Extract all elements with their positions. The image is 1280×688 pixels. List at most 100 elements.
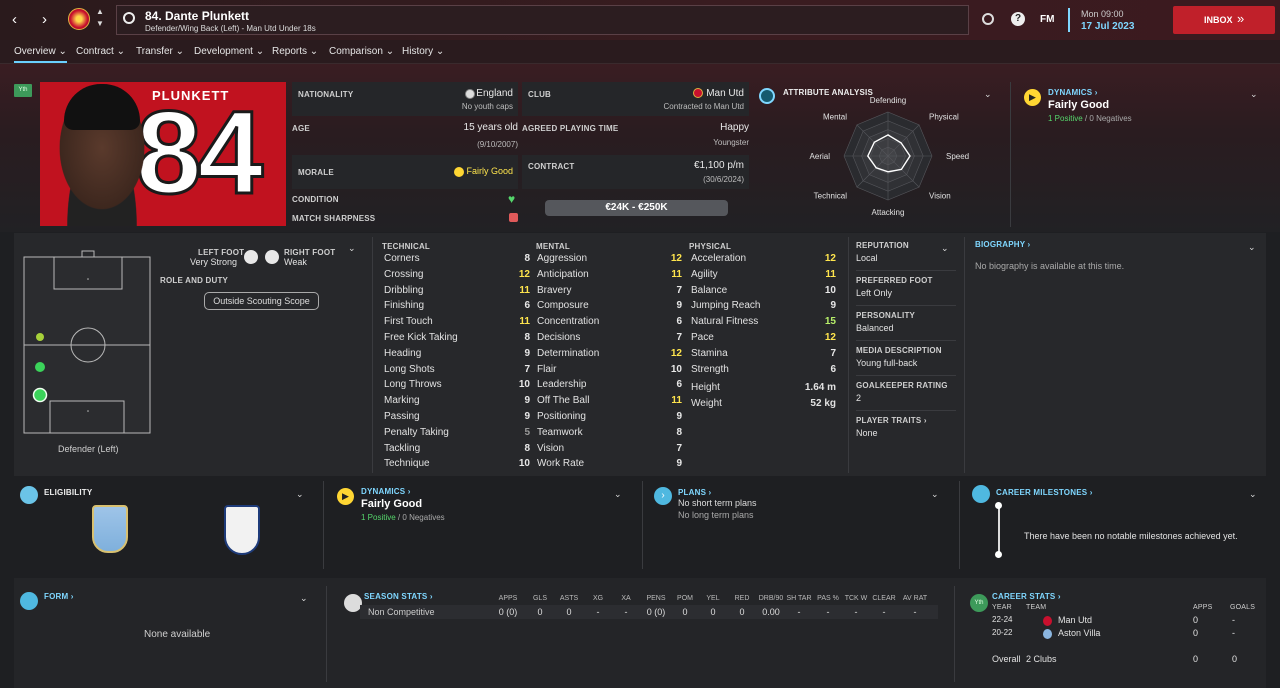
season-header[interactable]: APPS <box>499 595 518 602</box>
season-header[interactable]: TCK W <box>845 595 868 602</box>
plans-link[interactable]: PLANS › <box>678 488 711 497</box>
season-stats-link[interactable]: SEASON STATS › <box>364 592 433 601</box>
milestones-link[interactable]: CAREER MILESTONES › <box>996 488 1093 497</box>
season-header[interactable]: CLEAR <box>872 595 895 602</box>
season-header[interactable]: SH TAR <box>786 595 811 602</box>
tab-development[interactable]: Development ⌄ <box>194 46 264 57</box>
biography-link[interactable]: BIOGRAPHY › <box>975 240 1030 249</box>
inbox-button[interactable]: INBOX » <box>1173 6 1275 34</box>
calendar-icon[interactable] <box>1068 8 1074 32</box>
attribute-analysis-chevron-icon[interactable]: ⌄ <box>984 89 992 100</box>
season-header[interactable]: ASTS <box>560 595 578 602</box>
attribute-row-technique[interactable]: Technique 10 <box>384 458 530 474</box>
tab-comparison[interactable]: Comparison ⌄ <box>329 46 394 57</box>
search-box[interactable]: 84. Dante Plunkett Defender/Wing Back (L… <box>116 5 969 35</box>
season-header[interactable]: RED <box>735 595 750 602</box>
attribute-row-composure[interactable]: Composure 9 <box>537 300 682 316</box>
tab-transfer[interactable]: Transfer ⌄ <box>136 46 184 57</box>
form-chevron-icon[interactable]: ⌄ <box>300 593 308 604</box>
season-header[interactable]: PAS % <box>817 595 839 602</box>
chevron-up-icon[interactable]: ▲ <box>96 7 104 16</box>
back-icon[interactable]: ‹ <box>12 11 17 28</box>
season-header[interactable]: YEL <box>706 595 719 602</box>
attribute-row-balance[interactable]: Balance 10 <box>691 285 836 301</box>
attribute-row-vision[interactable]: Vision 7 <box>537 443 682 459</box>
nationality-value[interactable]: England <box>476 88 513 99</box>
tab-reports[interactable]: Reports ⌄ <box>272 46 318 57</box>
lower-dynamics-chevron-icon[interactable]: ⌄ <box>614 489 622 500</box>
tab-overview[interactable]: Overview ⌄ <box>14 46 67 63</box>
season-header[interactable]: DRB/90 <box>759 595 784 602</box>
milestones-chevron-icon[interactable]: ⌄ <box>1249 489 1257 500</box>
attribute-row-leadership[interactable]: Leadership 6 <box>537 379 682 395</box>
attribute-row-agility[interactable]: Agility 11 <box>691 269 836 285</box>
attribute-row-marking[interactable]: Marking 9 <box>384 395 530 411</box>
help-icon[interactable]: ? <box>1011 12 1025 26</box>
attribute-row-natural-fitness[interactable]: Natural Fitness 15 <box>691 316 836 332</box>
tab-history[interactable]: History ⌄ <box>402 46 444 57</box>
foot-chevron-icon[interactable]: ⌄ <box>348 243 356 254</box>
attribute-row-long-throws[interactable]: Long Throws 10 <box>384 379 530 395</box>
info-chevron-icon[interactable]: ⌄ <box>941 243 949 254</box>
tab-contract[interactable]: Contract ⌄ <box>76 46 125 57</box>
eligibility-chevron-icon[interactable]: ⌄ <box>296 489 304 500</box>
info-label[interactable]: PLAYER TRAITS › <box>856 416 927 425</box>
attribute-row-free-kick-taking[interactable]: Free Kick Taking 8 <box>384 332 530 348</box>
club-crest-icon[interactable] <box>68 8 90 30</box>
club-value[interactable]: Man Utd <box>706 88 744 99</box>
attribute-row-tackling[interactable]: Tackling 8 <box>384 443 530 459</box>
lower-dynamics-link[interactable]: DYNAMICS › <box>361 487 411 496</box>
bio-chevron-icon[interactable]: ⌄ <box>1248 242 1256 253</box>
career-row[interactable]: 22-24 Man Utd 0 - <box>992 615 1262 628</box>
career-cell[interactable]: Aston Villa <box>1058 628 1100 638</box>
attribute-row-crossing[interactable]: Crossing 12 <box>384 269 530 285</box>
career-stats-link[interactable]: CAREER STATS › <box>992 592 1061 601</box>
season-header[interactable]: XA <box>621 595 630 602</box>
attribute-row-aggression[interactable]: Aggression 12 <box>537 253 682 269</box>
aston-villa-crest-icon[interactable] <box>92 505 128 553</box>
value-range-bar[interactable]: €24K - €250K <box>545 200 728 216</box>
attribute-row-dribbling[interactable]: Dribbling 11 <box>384 285 530 301</box>
globe-icon[interactable] <box>982 13 994 25</box>
scout-scope-button[interactable]: Outside Scouting Scope <box>204 292 319 310</box>
attribute-row-first-touch[interactable]: First Touch 11 <box>384 316 530 332</box>
attribute-row-strength[interactable]: Strength 6 <box>691 364 836 380</box>
chevron-down-icon[interactable]: ▼ <box>96 19 104 28</box>
attribute-row-teamwork[interactable]: Teamwork 8 <box>537 427 682 443</box>
season-header[interactable]: GLS <box>533 595 547 602</box>
form-link[interactable]: FORM › <box>44 592 74 601</box>
attribute-row-corners[interactable]: Corners 8 <box>384 253 530 269</box>
attribute-row-work-rate[interactable]: Work Rate 9 <box>537 458 682 474</box>
career-cell[interactable]: Man Utd <box>1058 615 1092 625</box>
attribute-row-long-shots[interactable]: Long Shots 7 <box>384 364 530 380</box>
attribute-row-positioning[interactable]: Positioning 9 <box>537 411 682 427</box>
season-header[interactable]: POM <box>677 595 693 602</box>
season-header[interactable]: PENS <box>646 595 665 602</box>
attribute-row-heading[interactable]: Heading 9 <box>384 348 530 364</box>
attribute-row-determination[interactable]: Determination 12 <box>537 348 682 364</box>
attribute-row-stamina[interactable]: Stamina 7 <box>691 348 836 364</box>
attribute-row-concentration[interactable]: Concentration 6 <box>537 316 682 332</box>
plans-chevron-icon[interactable]: ⌄ <box>931 489 939 500</box>
dynamics-link[interactable]: DYNAMICS › <box>1048 88 1098 97</box>
morale-box[interactable]: MORALE Fairly Good <box>292 155 518 189</box>
season-header[interactable]: AV RAT <box>903 595 927 602</box>
attribute-row-finishing[interactable]: Finishing 6 <box>384 300 530 316</box>
attribute-row-anticipation[interactable]: Anticipation 11 <box>537 269 682 285</box>
fm-logo[interactable]: FM <box>1040 14 1054 25</box>
season-header[interactable]: XG <box>593 595 603 602</box>
attribute-row-bravery[interactable]: Bravery 7 <box>537 285 682 301</box>
attribute-row-decisions[interactable]: Decisions 7 <box>537 332 682 348</box>
career-row[interactable]: 20-22 Aston Villa 0 - <box>992 628 1262 641</box>
forward-icon[interactable]: › <box>42 11 47 28</box>
attribute-row-jumping-reach[interactable]: Jumping Reach 9 <box>691 300 836 316</box>
contract-box[interactable]: CONTRACT €1,100 p/m (30/6/2024) <box>522 155 749 189</box>
attribute-row-penalty-taking[interactable]: Penalty Taking 5 <box>384 427 530 443</box>
attribute-row-flair[interactable]: Flair 10 <box>537 364 682 380</box>
attribute-row-passing[interactable]: Passing 9 <box>384 411 530 427</box>
the-fa-crest-icon[interactable] <box>224 505 260 555</box>
attribute-row-acceleration[interactable]: Acceleration 12 <box>691 253 836 269</box>
attribute-row-pace[interactable]: Pace 12 <box>691 332 836 348</box>
attribute-row-off-the-ball[interactable]: Off The Ball 11 <box>537 395 682 411</box>
dynamics-chevron-icon[interactable]: ⌄ <box>1250 89 1258 100</box>
